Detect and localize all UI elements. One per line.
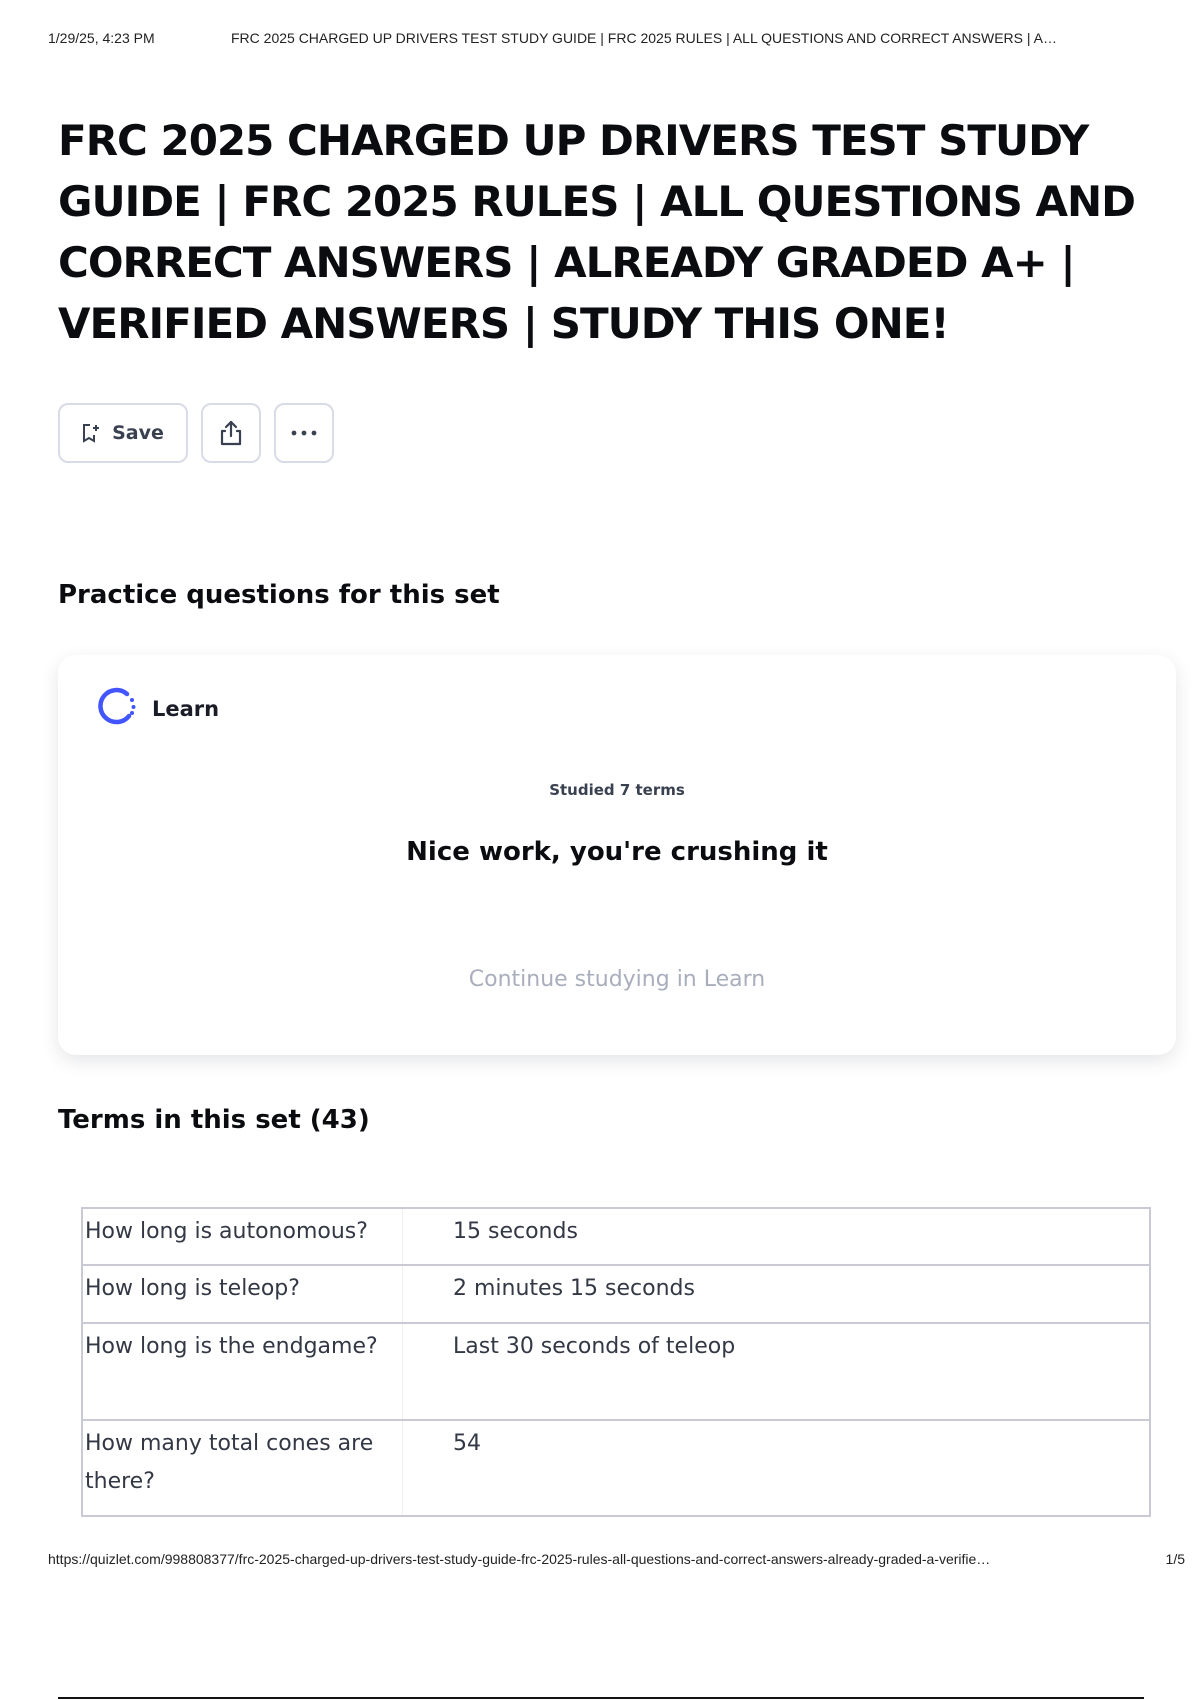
practice-heading: Practice questions for this set bbox=[58, 580, 500, 610]
more-icon bbox=[291, 430, 317, 436]
term-cell: How long is teleop? bbox=[83, 1266, 403, 1322]
print-doc-title: FRC 2025 CHARGED UP DRIVERS TEST STUDY G… bbox=[231, 30, 1057, 46]
bottom-divider bbox=[58, 1697, 1144, 1699]
table-row: How long is the endgame? Last 30 seconds… bbox=[83, 1324, 1149, 1421]
save-bookmark-icon bbox=[82, 423, 100, 443]
table-row: How many total cones are there? 54 bbox=[83, 1421, 1149, 1517]
learn-header[interactable]: Learn bbox=[96, 685, 219, 732]
page-number: 1/5 bbox=[1165, 1551, 1185, 1567]
definition-cell: 15 seconds bbox=[453, 1219, 578, 1244]
term-cell: How many total cones are there? bbox=[83, 1421, 403, 1515]
page-title: FRC 2025 CHARGED UP DRIVERS TEST STUDY G… bbox=[58, 116, 1136, 348]
term-cell: How long is autonomous? bbox=[83, 1209, 403, 1264]
terms-heading: Terms in this set (43) bbox=[58, 1105, 370, 1135]
print-footer: https://quizlet.com/998808377/frc-2025-c… bbox=[48, 1551, 1185, 1567]
table-row: How long is autonomous? 15 seconds bbox=[83, 1209, 1149, 1266]
learn-card: Learn Studied 7 terms Nice work, you're … bbox=[58, 655, 1176, 1055]
share-button[interactable] bbox=[201, 403, 261, 463]
share-icon bbox=[218, 419, 244, 447]
studied-count: Studied 7 terms bbox=[549, 781, 685, 799]
print-date: 1/29/25, 4:23 PM bbox=[48, 30, 155, 46]
learn-progress-icon bbox=[96, 685, 138, 732]
continue-learn-button[interactable]: Continue studying in Learn bbox=[58, 967, 1176, 992]
term-cell: How long is the endgame? bbox=[83, 1324, 403, 1419]
save-label: Save bbox=[112, 422, 164, 444]
table-row: How long is teleop? 2 minutes 15 seconds bbox=[83, 1266, 1149, 1324]
save-button[interactable]: Save bbox=[58, 403, 188, 463]
action-bar: Save bbox=[58, 403, 334, 463]
print-header: 1/29/25, 4:23 PM FRC 2025 CHARGED UP DRI… bbox=[48, 30, 1183, 46]
print-url: https://quizlet.com/998808377/frc-2025-c… bbox=[48, 1551, 991, 1567]
learn-label: Learn bbox=[152, 696, 220, 721]
encouragement-message: Nice work, you're crushing it bbox=[406, 837, 828, 867]
terms-table: How long is autonomous? 15 seconds How l… bbox=[81, 1207, 1151, 1517]
definition-cell: Last 30 seconds of teleop bbox=[453, 1334, 736, 1359]
definition-cell: 54 bbox=[453, 1431, 481, 1456]
definition-cell: 2 minutes 15 seconds bbox=[453, 1276, 695, 1301]
more-button[interactable] bbox=[274, 403, 334, 463]
